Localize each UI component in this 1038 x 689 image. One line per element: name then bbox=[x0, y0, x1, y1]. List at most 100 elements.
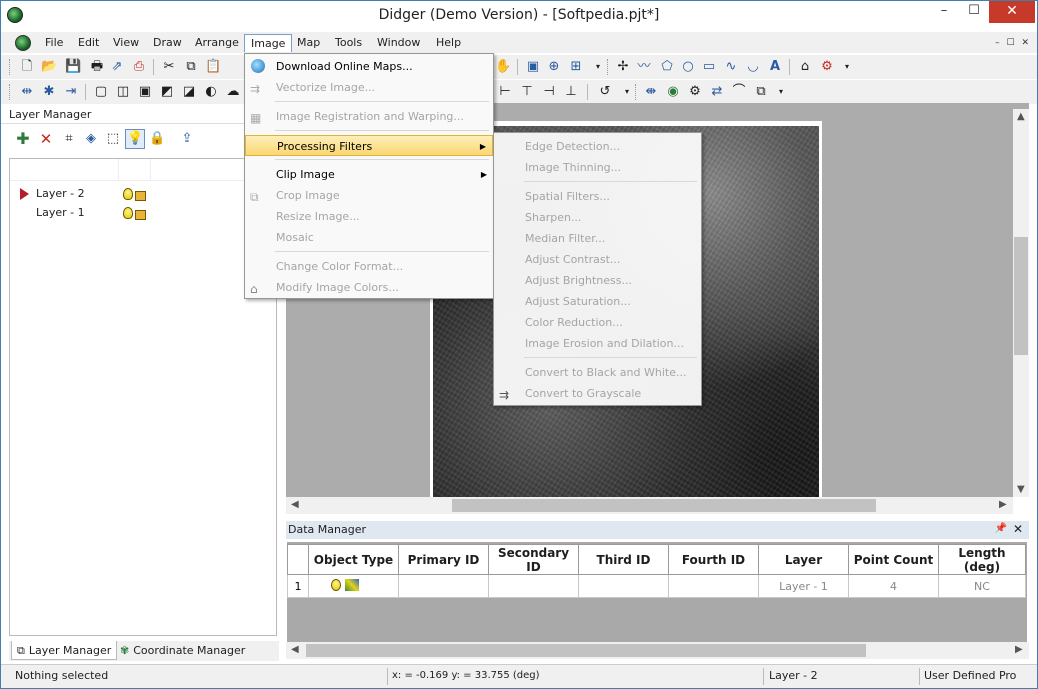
layer-export-icon[interactable]: ⇪ bbox=[179, 131, 195, 147]
menu-image[interactable]: Image bbox=[244, 34, 293, 52]
data-hscroll-thumb[interactable] bbox=[306, 644, 866, 657]
layer-name[interactable]: Layer - 2 bbox=[36, 187, 85, 200]
polyline-icon[interactable]: 〰 bbox=[636, 59, 652, 75]
toolbar-dropdown-icon[interactable]: ▾ bbox=[619, 84, 635, 100]
layer-name[interactable]: Layer - 1 bbox=[36, 206, 85, 219]
column-header[interactable]: Primary ID bbox=[398, 544, 489, 575]
menu-item-adjust-contrast[interactable]: Adjust Contrast... bbox=[494, 249, 701, 270]
menu-edit[interactable]: Edit bbox=[72, 34, 105, 52]
close-panel-icon[interactable]: ✕ bbox=[1013, 522, 1023, 536]
rotate-icon[interactable]: ↺ bbox=[597, 84, 613, 100]
text-icon[interactable]: A bbox=[767, 59, 783, 75]
visibility-toggle-icon[interactable]: 💡 bbox=[125, 129, 145, 149]
document-icon[interactable] bbox=[15, 35, 31, 51]
scroll-up-icon[interactable]: ▲ bbox=[1017, 111, 1025, 122]
menu-item-convert-black-white[interactable]: Convert to Black and White... bbox=[494, 362, 701, 383]
tools-settings-icon[interactable]: ⚙ bbox=[819, 59, 835, 75]
layer-row[interactable]: Layer - 2 bbox=[10, 186, 270, 204]
layers-icon[interactable]: ⧉ bbox=[753, 84, 769, 100]
column-header[interactable]: Secondary ID bbox=[488, 544, 579, 575]
menu-item-sharpen[interactable]: Sharpen... bbox=[494, 207, 701, 228]
paste-icon[interactable]: 📋 bbox=[205, 59, 221, 75]
globe-map-icon[interactable]: ◉ bbox=[665, 84, 681, 100]
menu-map[interactable]: Map bbox=[291, 34, 326, 52]
toolbar-dropdown-icon[interactable]: ▾ bbox=[590, 59, 606, 75]
combine-icon[interactable]: ▣ bbox=[137, 84, 153, 100]
column-header[interactable]: Length (deg) bbox=[938, 544, 1026, 575]
menu-item-mosaic[interactable]: Mosaic bbox=[245, 227, 493, 248]
menu-item-change-color-format[interactable]: Change Color Format... bbox=[245, 256, 493, 277]
secondary-id-cell[interactable] bbox=[488, 574, 579, 598]
menu-tools[interactable]: Tools bbox=[329, 34, 368, 52]
layer-select-icon[interactable]: ⬚ bbox=[105, 131, 121, 147]
menu-item-resize-image[interactable]: Resize Image... bbox=[245, 206, 493, 227]
menu-item-download-online-maps[interactable]: Download Online Maps... bbox=[245, 56, 493, 77]
group-icon[interactable]: ▢ bbox=[93, 84, 109, 100]
menu-item-crop-image[interactable]: ⧉ Crop Image bbox=[245, 185, 493, 206]
vertical-scroll-thumb[interactable] bbox=[1014, 237, 1028, 355]
column-header[interactable]: Fourth ID bbox=[668, 544, 759, 575]
tab-layer-manager[interactable]: ⧉ Layer Manager bbox=[11, 641, 118, 660]
column-header[interactable]: Point Count bbox=[848, 544, 939, 575]
menu-item-edge-detection[interactable]: Edge Detection... bbox=[494, 136, 701, 157]
align-top-icon[interactable]: ⊤ bbox=[519, 84, 535, 100]
toolbar-dropdown-icon[interactable]: ▾ bbox=[839, 59, 855, 75]
menu-file[interactable]: File bbox=[39, 34, 69, 52]
delete-layer-icon[interactable]: ✕ bbox=[38, 131, 54, 147]
zoom-extents-icon[interactable]: ⊕ bbox=[546, 59, 562, 75]
visible-bulb-icon[interactable] bbox=[123, 188, 133, 200]
ungroup-icon[interactable]: ◫ bbox=[115, 84, 131, 100]
calibrate-icon[interactable]: ⌒ bbox=[731, 84, 747, 100]
fourth-id-cell[interactable] bbox=[668, 574, 759, 598]
cloud-icon[interactable]: ☁ bbox=[225, 84, 241, 100]
align-middle-icon[interactable]: ⊣ bbox=[541, 84, 557, 100]
align-icon[interactable]: ⇹ bbox=[19, 84, 35, 100]
align-horizontal-icon[interactable]: ⊢ bbox=[497, 84, 513, 100]
cut-icon[interactable]: ✂ bbox=[161, 59, 177, 75]
tab-coordinate-manager[interactable]: ✾ Coordinate Manager bbox=[115, 641, 250, 660]
arrow-transform-icon[interactable]: ⇥ bbox=[63, 84, 79, 100]
save-icon[interactable]: 💾 bbox=[65, 59, 81, 75]
lock-icon[interactable]: 🔒 bbox=[149, 131, 165, 147]
print-icon[interactable]: 🖶 bbox=[89, 59, 105, 75]
scroll-left-icon[interactable]: ◀ bbox=[291, 644, 299, 655]
spline-icon[interactable]: ∿ bbox=[723, 59, 739, 75]
zoom-selected-icon[interactable]: ⊞ bbox=[568, 59, 584, 75]
menu-item-spatial-filters[interactable]: Spatial Filters... bbox=[494, 186, 701, 207]
export-icon[interactable]: ⇗ bbox=[109, 59, 125, 75]
column-header[interactable]: Third ID bbox=[578, 544, 669, 575]
menu-item-adjust-saturation[interactable]: Adjust Saturation... bbox=[494, 291, 701, 312]
lock-icon[interactable] bbox=[135, 191, 146, 201]
column-header[interactable]: Layer bbox=[758, 544, 849, 575]
digitize-icon[interactable]: ⇼ bbox=[643, 84, 659, 100]
select-point-icon[interactable]: ✢ bbox=[615, 59, 631, 75]
new-icon[interactable]: 🗋 bbox=[19, 59, 35, 75]
menu-arrange[interactable]: Arrange bbox=[189, 34, 245, 52]
toolbar-grip[interactable] bbox=[9, 59, 12, 75]
scroll-down-icon[interactable]: ▼ bbox=[1017, 484, 1025, 495]
layer-properties-icon[interactable]: ⌗ bbox=[61, 131, 77, 147]
curve-icon[interactable]: ◡ bbox=[745, 59, 761, 75]
distribute-icon[interactable]: ✱ bbox=[41, 84, 57, 100]
print-preview-icon[interactable]: ⎙ bbox=[131, 59, 147, 75]
minimize-button[interactable]: – bbox=[932, 1, 956, 23]
menu-item-processing-filters[interactable]: Processing Filters ▶ bbox=[245, 135, 493, 156]
toolbar-dropdown-icon[interactable]: ▾ bbox=[773, 84, 789, 100]
smooth-icon[interactable]: ◐ bbox=[203, 84, 219, 100]
menu-view[interactable]: View bbox=[107, 34, 145, 52]
menu-item-image-registration[interactable]: ▦ Image Registration and Warping... bbox=[245, 106, 493, 127]
close-button[interactable]: ✕ bbox=[989, 1, 1035, 23]
menu-item-convert-grayscale[interactable]: ⇉ Convert to Grayscale bbox=[494, 383, 701, 404]
polygon-icon[interactable]: ⬠ bbox=[659, 59, 675, 75]
scroll-right-icon[interactable]: ▶ bbox=[999, 499, 1007, 510]
pin-icon[interactable]: 📌 bbox=[995, 523, 1007, 534]
reshape-icon[interactable]: ◪ bbox=[181, 84, 197, 100]
menu-item-clip-image[interactable]: Clip Image ▶ bbox=[245, 164, 493, 185]
menu-item-modify-image-colors[interactable]: ⌂ Modify Image Colors... bbox=[245, 277, 493, 298]
menu-window[interactable]: Window bbox=[371, 34, 426, 52]
symbol-icon[interactable]: ⌂ bbox=[797, 59, 813, 75]
menu-help[interactable]: Help bbox=[430, 34, 467, 52]
align-bottom-icon[interactable]: ⊥ bbox=[563, 84, 579, 100]
menu-item-median-filter[interactable]: Median Filter... bbox=[494, 228, 701, 249]
mdi-controls[interactable]: – ☐ ✕ bbox=[995, 38, 1031, 48]
